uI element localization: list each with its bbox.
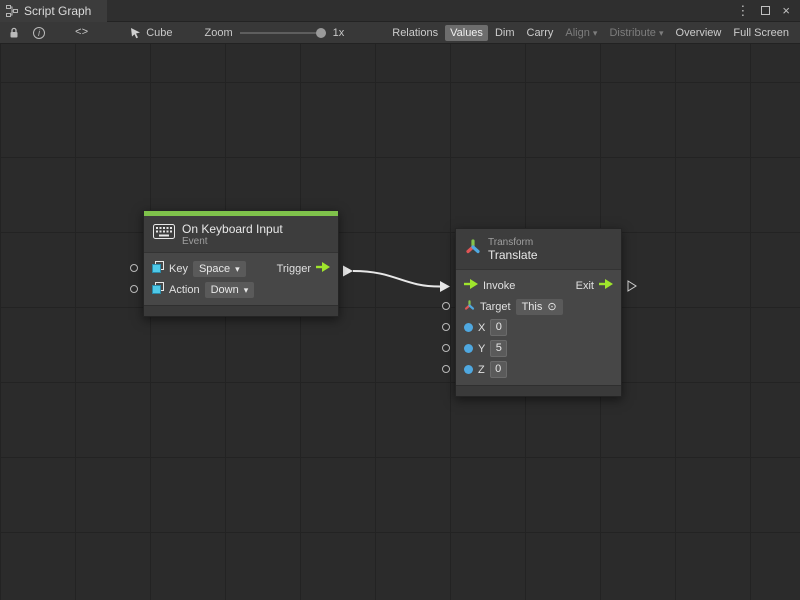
target-label: Target: [480, 301, 511, 313]
distribute-button[interactable]: Distribute ▾: [604, 25, 668, 41]
float-port-icon: [464, 323, 473, 332]
node-footer: [456, 385, 621, 396]
key-input-port[interactable]: [130, 264, 138, 272]
target-row: Target This ⊙: [456, 296, 621, 317]
titlebar: Script Graph ⋮ ×: [0, 0, 800, 22]
script-graph-icon: [6, 5, 18, 17]
key-value: Space: [199, 262, 230, 276]
values-button[interactable]: Values: [445, 25, 488, 41]
node-category: Transform: [488, 237, 538, 248]
fullscreen-button[interactable]: Full Screen: [728, 25, 794, 41]
caret-down-icon: ▾: [235, 262, 240, 276]
keyboard-icon: [153, 224, 175, 244]
target-object-picker[interactable]: This ⊙: [516, 299, 563, 315]
value-input-icon: [152, 261, 164, 276]
toolbar: i <> Cube Zoom 1x Relations Values Dim C…: [0, 22, 800, 44]
key-dropdown[interactable]: Space ▾: [193, 261, 246, 277]
info-icon[interactable]: i: [33, 27, 45, 39]
z-label: Z: [478, 364, 485, 376]
toolbar-buttons: Relations Values Dim Carry Align ▾ Distr…: [387, 25, 796, 41]
target-input-port[interactable]: [442, 302, 450, 310]
zoom-slider[interactable]: [240, 27, 326, 39]
y-label: Y: [478, 343, 485, 355]
tab-script-graph[interactable]: Script Graph: [0, 0, 107, 22]
invoke-flow-port[interactable]: [464, 279, 478, 292]
invoke-row: Invoke Exit: [456, 275, 621, 296]
graph-target[interactable]: Cube: [130, 27, 172, 39]
node-header[interactable]: On Keyboard Input Event: [144, 216, 338, 253]
z-input-port[interactable]: [442, 365, 450, 373]
key-label: Key: [169, 263, 188, 275]
node-body: Key Space ▾ Trigger: [144, 253, 338, 305]
node-translate[interactable]: Transform Translate Invoke Exit: [455, 228, 622, 397]
exit-unconnected-arrow-icon[interactable]: [627, 280, 637, 295]
carry-button[interactable]: Carry: [522, 25, 559, 41]
action-row: Action Down ▾: [144, 279, 338, 300]
zoom-slider-knob[interactable]: [316, 28, 326, 38]
scope-icon: ⊙: [547, 300, 556, 314]
target-value: This: [522, 300, 543, 314]
node-footer: [144, 305, 338, 316]
node-title: Translate: [488, 248, 538, 262]
menu-icon[interactable]: ⋮: [736, 4, 749, 17]
graph-canvas[interactable]: On Keyboard Input Event Key Space ▾: [0, 44, 800, 600]
transform-icon: [465, 239, 481, 260]
connection-wire: [0, 44, 800, 600]
window-controls: ⋮ ×: [736, 3, 800, 18]
distribute-label: Distribute: [609, 27, 655, 39]
node-header[interactable]: Transform Translate: [456, 229, 621, 270]
key-row: Key Space ▾ Trigger: [144, 258, 338, 279]
relations-button[interactable]: Relations: [387, 25, 443, 41]
invoke-label: Invoke: [483, 280, 515, 292]
target-name-label: Cube: [146, 27, 172, 39]
node-on-keyboard-input[interactable]: On Keyboard Input Event Key Space ▾: [143, 210, 339, 317]
action-input-port[interactable]: [130, 285, 138, 293]
z-row: Z 0: [456, 359, 621, 380]
y-value-field[interactable]: 5: [490, 340, 507, 357]
float-port-icon: [464, 365, 473, 374]
maximize-icon[interactable]: [761, 6, 770, 15]
z-value-field[interactable]: 0: [490, 361, 507, 378]
x-value-field[interactable]: 0: [490, 319, 507, 336]
value-input-icon: [152, 282, 164, 297]
node-body: Invoke Exit Tar: [456, 270, 621, 385]
action-dropdown[interactable]: Down ▾: [205, 282, 255, 298]
zoom-control: Zoom 1x: [205, 27, 345, 39]
x-row: X 0: [456, 317, 621, 338]
tab-label: Script Graph: [24, 4, 91, 18]
exit-flow-port[interactable]: [599, 279, 613, 292]
close-icon[interactable]: ×: [782, 3, 790, 18]
zoom-value: 1x: [333, 27, 345, 39]
float-port-icon: [464, 344, 473, 353]
overview-button[interactable]: Overview: [671, 25, 727, 41]
x-label: X: [478, 322, 485, 334]
caret-down-icon: ▾: [244, 283, 249, 297]
y-row: Y 5: [456, 338, 621, 359]
caret-down-icon: ▾: [593, 28, 598, 38]
action-value: Down: [211, 283, 239, 297]
dim-button[interactable]: Dim: [490, 25, 520, 41]
lock-icon[interactable]: [9, 27, 19, 39]
transform-mini-icon: [464, 300, 475, 314]
zoom-label: Zoom: [205, 27, 233, 39]
x-input-port[interactable]: [442, 323, 450, 331]
exit-label: Exit: [576, 280, 594, 292]
align-button[interactable]: Align ▾: [560, 25, 602, 41]
action-label: Action: [169, 284, 200, 296]
trigger-flow-port[interactable]: [316, 262, 330, 275]
y-input-port[interactable]: [442, 344, 450, 352]
code-icon[interactable]: <>: [75, 27, 88, 39]
node-subtitle: Event: [182, 236, 283, 247]
node-title: On Keyboard Input: [182, 222, 283, 236]
cursor-icon: [130, 27, 141, 39]
trigger-label: Trigger: [277, 263, 311, 275]
align-label: Align: [565, 27, 589, 39]
caret-down-icon: ▾: [659, 28, 664, 38]
zoom-slider-track: [240, 32, 326, 34]
